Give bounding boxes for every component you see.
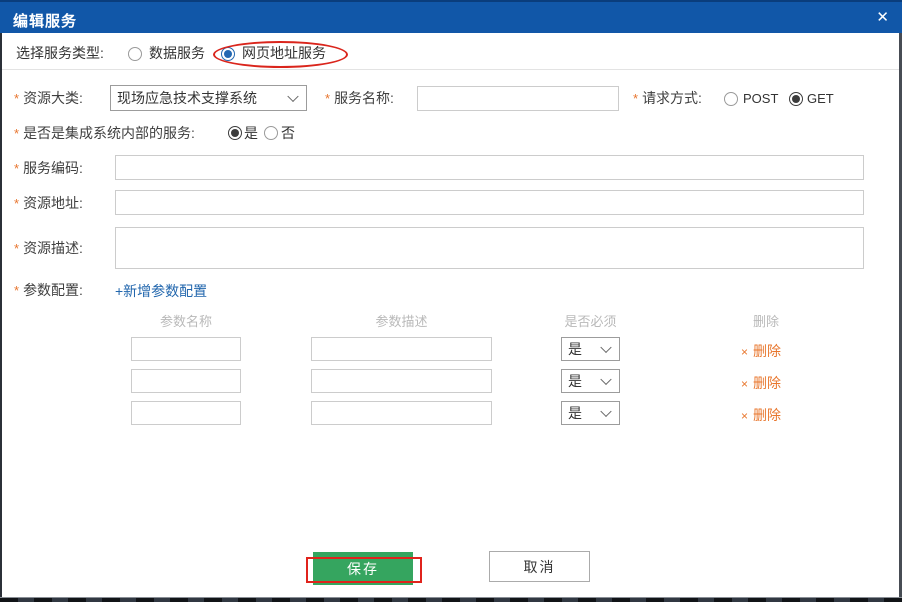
- resource-description-label: *资源描述:: [14, 240, 83, 257]
- param-table-header-name: 参数名称: [131, 311, 241, 330]
- chevron-down-icon: [287, 91, 298, 102]
- delete-row-link[interactable]: ×删除: [741, 341, 781, 361]
- param-required-select[interactable]: 是: [561, 337, 620, 361]
- delete-x-icon: ×: [741, 345, 748, 359]
- required-marker: *: [325, 91, 330, 106]
- radio-get-label[interactable]: GET: [807, 91, 834, 107]
- service-code-input[interactable]: [115, 155, 864, 180]
- resource-category-label: *资源大类:: [14, 90, 83, 107]
- divider: [0, 69, 899, 70]
- request-method-label: *请求方式:: [633, 90, 702, 107]
- param-name-input[interactable]: [131, 369, 241, 393]
- resource-address-input[interactable]: [115, 190, 864, 215]
- radio-get[interactable]: [789, 92, 803, 106]
- save-button[interactable]: 保存: [313, 552, 413, 585]
- param-required-value: 是: [568, 339, 582, 359]
- chevron-down-icon: [600, 342, 611, 353]
- chevron-down-icon: [600, 374, 611, 385]
- dialog-titlebar: 编辑服务 ✕: [0, 0, 902, 33]
- service-code-label: *服务编码:: [14, 160, 83, 177]
- radio-internal-yes-label[interactable]: 是: [244, 125, 258, 141]
- param-name-input[interactable]: [131, 401, 241, 425]
- param-name-input[interactable]: [131, 337, 241, 361]
- edit-service-dialog: 编辑服务 ✕ 选择服务类型: 数据服务 网页地址服务 *资源大类: 现场应急技术…: [0, 0, 902, 602]
- cancel-button[interactable]: 取消: [489, 551, 590, 582]
- radio-internal-yes[interactable]: [228, 126, 242, 140]
- radio-data-service-label[interactable]: 数据服务: [149, 45, 205, 61]
- param-table-header-required: 是否必须: [561, 311, 620, 330]
- service-type-label: 选择服务类型:: [16, 45, 104, 61]
- required-marker: *: [633, 91, 638, 106]
- required-marker: *: [14, 241, 19, 256]
- delete-row-link[interactable]: ×删除: [741, 405, 781, 425]
- param-required-select[interactable]: 是: [561, 369, 620, 393]
- resource-category-value: 现场应急技术支撑系统: [117, 88, 257, 108]
- param-table-row: 是 ×删除: [0, 401, 902, 425]
- param-description-input[interactable]: [311, 369, 492, 393]
- radio-post[interactable]: [724, 92, 738, 106]
- required-marker: *: [14, 283, 19, 298]
- param-required-value: 是: [568, 403, 582, 423]
- screen-edge-bottom: [0, 597, 902, 602]
- internal-service-label: *是否是集成系统内部的服务:: [14, 125, 195, 142]
- param-table-row: 是 ×删除: [0, 337, 902, 361]
- resource-address-label: *资源地址:: [14, 195, 83, 212]
- close-icon[interactable]: ✕: [876, 8, 889, 28]
- radio-data-service[interactable]: [128, 47, 142, 61]
- delete-x-icon: ×: [741, 377, 748, 391]
- param-required-value: 是: [568, 371, 582, 391]
- screen-edge-left: [0, 33, 2, 602]
- required-marker: *: [14, 196, 19, 211]
- add-param-config-link[interactable]: +新增参数配置: [115, 281, 207, 301]
- radio-web-address-service[interactable]: [221, 47, 235, 61]
- param-description-input[interactable]: [311, 401, 492, 425]
- param-config-label: *参数配置:: [14, 282, 83, 299]
- required-marker: *: [14, 161, 19, 176]
- delete-row-link[interactable]: ×删除: [741, 373, 781, 393]
- radio-post-label[interactable]: POST: [743, 91, 778, 107]
- radio-internal-no-label[interactable]: 否: [281, 125, 295, 141]
- required-marker: *: [14, 91, 19, 106]
- param-description-input[interactable]: [311, 337, 492, 361]
- required-marker: *: [14, 126, 19, 141]
- resource-category-select[interactable]: 现场应急技术支撑系统: [110, 85, 307, 111]
- param-required-select[interactable]: 是: [561, 401, 620, 425]
- resource-description-textarea[interactable]: [115, 227, 864, 269]
- param-table-row: 是 ×删除: [0, 369, 902, 393]
- delete-x-icon: ×: [741, 409, 748, 423]
- param-table-header-description: 参数描述: [311, 311, 492, 330]
- radio-web-address-service-label[interactable]: 网页地址服务: [242, 45, 326, 61]
- radio-internal-no[interactable]: [264, 126, 278, 140]
- param-table-header-delete: 删除: [721, 311, 811, 330]
- service-name-input[interactable]: [417, 86, 619, 111]
- dialog-title: 编辑服务: [13, 10, 77, 31]
- chevron-down-icon: [600, 406, 611, 417]
- service-name-label: *服务名称:: [325, 90, 394, 107]
